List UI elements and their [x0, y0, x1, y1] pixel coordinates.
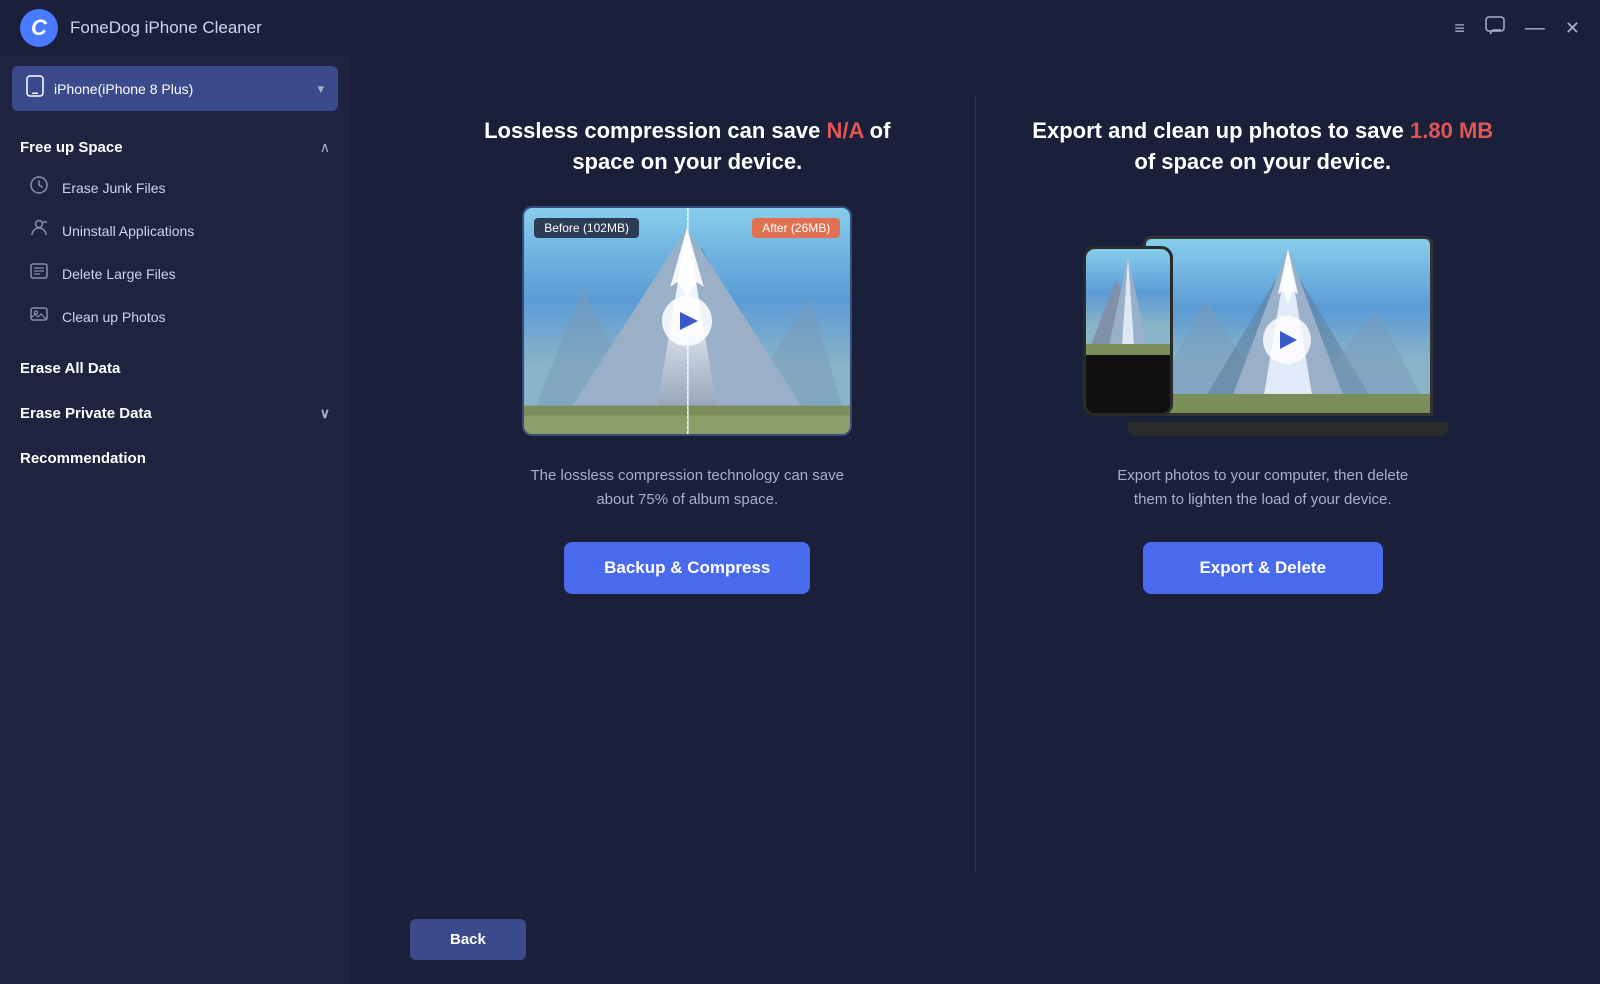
sidebar-item-erase-junk[interactable]: Erase Junk Files	[0, 166, 350, 209]
laptop-base	[1128, 422, 1448, 436]
compression-headline: Lossless compression can save N/A of spa…	[450, 116, 925, 178]
sidebar-item-clean-photos[interactable]: Clean up Photos	[0, 295, 350, 338]
person-icon	[28, 219, 50, 242]
title-bar: C FoneDog iPhone Cleaner ≡ — ✕	[0, 0, 1600, 56]
play-button[interactable]	[662, 296, 712, 346]
laptop-device	[1143, 236, 1443, 436]
minimize-icon[interactable]: —	[1525, 17, 1545, 40]
device-name: iPhone(iPhone 8 Plus)	[54, 81, 307, 97]
card-divider	[975, 96, 976, 873]
phone-icon	[26, 75, 44, 102]
backup-compress-button[interactable]: Backup & Compress	[564, 542, 810, 594]
erase-junk-label: Erase Junk Files	[62, 180, 165, 196]
section-title-free-space: Free up Space	[20, 139, 123, 156]
before-label: Before (102MB)	[534, 218, 639, 238]
clean-photos-label: Clean up Photos	[62, 309, 166, 325]
app-title: FoneDog iPhone Cleaner	[70, 18, 262, 38]
list-icon	[28, 262, 50, 285]
compression-preview: Before (102MB) After (26MB)	[522, 206, 852, 436]
chat-icon[interactable]	[1485, 16, 1505, 41]
section-header-free-space[interactable]: Free up Space ∧	[0, 125, 350, 166]
uninstall-apps-label: Uninstall Applications	[62, 223, 194, 239]
sidebar-item-erase-all-data[interactable]: Erase All Data	[0, 346, 350, 391]
close-icon[interactable]: ✕	[1565, 18, 1580, 39]
export-card: Export and clean up photos to save 1.80 …	[986, 96, 1541, 873]
after-label: After (26MB)	[752, 218, 840, 238]
app-logo: C	[20, 9, 58, 47]
sidebar-item-recommendation[interactable]: Recommendation	[0, 436, 350, 481]
sidebar-item-uninstall-apps[interactable]: Uninstall Applications	[0, 209, 350, 252]
dropdown-arrow-icon: ▾	[317, 81, 324, 97]
export-play-button[interactable]	[1263, 316, 1311, 364]
erase-all-data-label: Erase All Data	[20, 360, 120, 377]
section-collapse-icon: ∧	[320, 139, 330, 156]
export-delete-button[interactable]: Export & Delete	[1143, 542, 1383, 594]
phone-device	[1083, 246, 1173, 416]
content-area: Lossless compression can save N/A of spa…	[350, 56, 1600, 984]
export-headline: Export and clean up photos to save 1.80 …	[1026, 116, 1501, 178]
content-main: Lossless compression can save N/A of spa…	[350, 56, 1600, 903]
compression-description: The lossless compression technology can …	[527, 464, 847, 512]
title-bar-left: C FoneDog iPhone Cleaner	[20, 9, 262, 47]
bottom-bar: Back	[350, 903, 1600, 984]
main-layout: iPhone(iPhone 8 Plus) ▾ Free up Space ∧ …	[0, 56, 1600, 984]
compression-card: Lossless compression can save N/A of spa…	[410, 96, 965, 873]
sidebar: iPhone(iPhone 8 Plus) ▾ Free up Space ∧ …	[0, 56, 350, 984]
menu-icon[interactable]: ≡	[1454, 18, 1465, 39]
recommendation-label: Recommendation	[20, 450, 146, 467]
title-bar-controls: ≡ — ✕	[1454, 16, 1580, 41]
sidebar-item-erase-private-data[interactable]: Erase Private Data ∨	[0, 391, 350, 436]
export-preview	[1083, 206, 1443, 436]
erase-private-data-arrow-icon: ∨	[320, 405, 330, 422]
photo-icon	[28, 305, 50, 328]
sidebar-item-delete-large[interactable]: Delete Large Files	[0, 252, 350, 295]
device-selector[interactable]: iPhone(iPhone 8 Plus) ▾	[12, 66, 338, 111]
sidebar-section-free-space: Free up Space ∧ Erase Junk Files Uninsta…	[0, 125, 350, 346]
back-button[interactable]: Back	[410, 919, 526, 960]
clock-icon	[28, 176, 50, 199]
export-description: Export photos to your computer, then del…	[1103, 464, 1423, 512]
delete-large-label: Delete Large Files	[62, 266, 176, 282]
erase-private-data-label: Erase Private Data	[20, 405, 152, 422]
